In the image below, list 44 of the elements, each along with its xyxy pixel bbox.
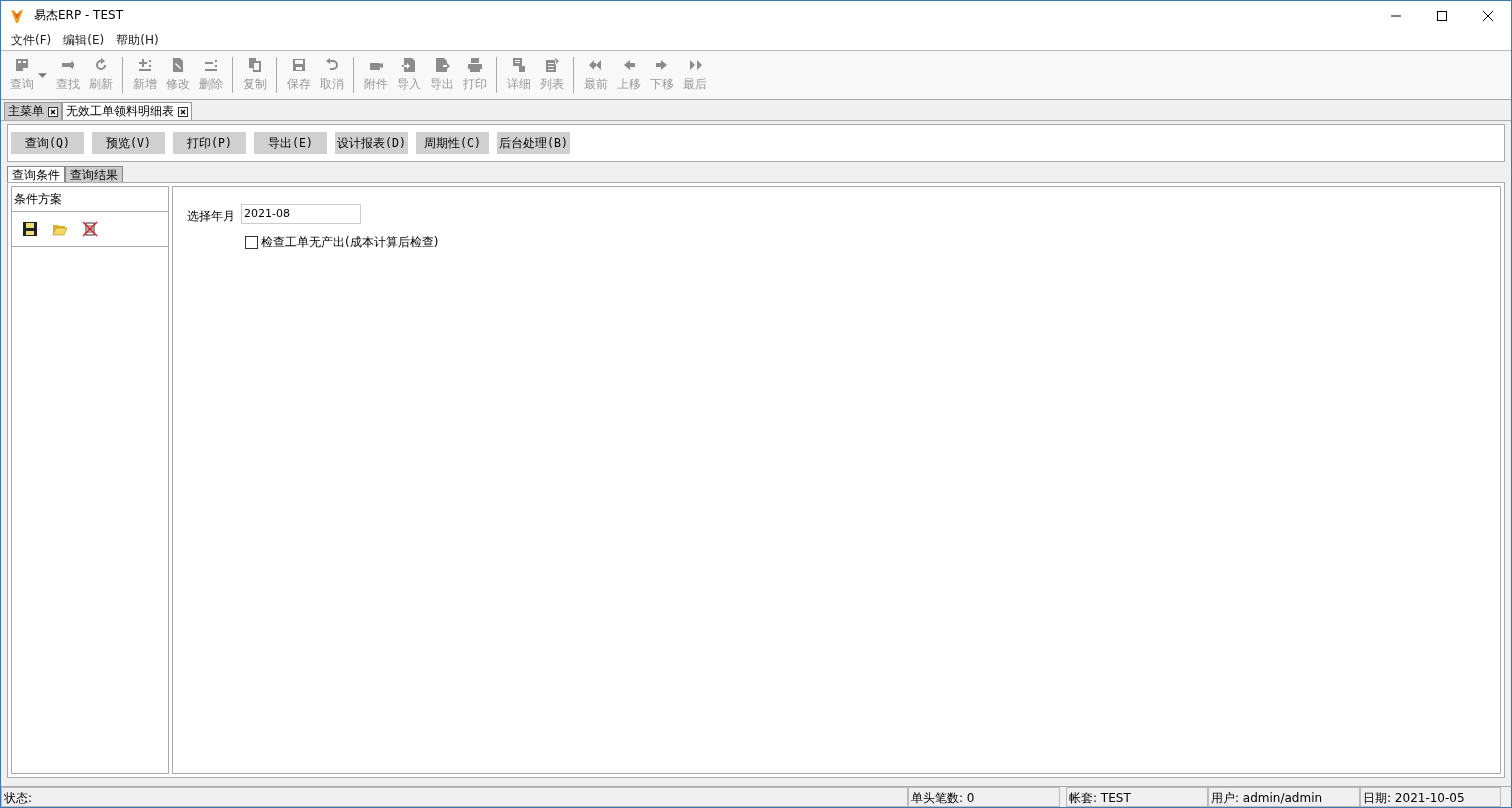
plus-rows-icon <box>136 57 153 73</box>
menu-item[interactable]: 文件(F) <box>5 31 58 49</box>
menu-item[interactable]: 帮助(H) <box>110 31 165 49</box>
panel-title: 条件方案 <box>12 187 168 212</box>
checkbox[interactable] <box>245 236 258 249</box>
month-field[interactable]: 2021-08 <box>241 203 361 224</box>
document-tab[interactable]: 无效工单领料明细表 <box>62 102 192 120</box>
action-button[interactable]: 设计报表(D) <box>335 132 408 154</box>
checkbox-label: 检查工单无产出(成本计算后检查) <box>261 234 439 251</box>
action-button[interactable]: 预览(V) <box>92 132 165 154</box>
close-icon <box>1483 10 1493 21</box>
action-button[interactable]: 周期性(C) <box>416 132 489 154</box>
list-icon <box>543 57 560 73</box>
detail-icon <box>510 57 527 73</box>
close-icon[interactable] <box>48 106 58 117</box>
query-tab[interactable]: 查询结果 <box>65 166 123 182</box>
save-icon[interactable] <box>22 221 38 237</box>
action-button[interactable]: 打印(P) <box>173 132 246 154</box>
document-tab[interactable]: 主菜单 <box>4 102 62 120</box>
action-button[interactable]: 导出(E) <box>254 132 327 154</box>
status-field: 单头笔数: 0 <box>908 787 1060 807</box>
import-icon <box>400 57 417 73</box>
save-icon <box>290 57 307 73</box>
menu-item[interactable]: 编辑(E) <box>57 31 111 49</box>
minus-rows-icon <box>202 57 219 73</box>
status-field: 状态: <box>1 787 908 807</box>
close-icon[interactable] <box>178 106 188 117</box>
action-button[interactable]: 查询(Q) <box>11 132 84 154</box>
query-tab[interactable]: 查询条件 <box>7 166 65 182</box>
printer-icon <box>466 57 483 73</box>
action-button[interactable]: 后台处理(B) <box>497 132 570 154</box>
field-label: 选择年月 <box>187 208 235 225</box>
table-icon <box>13 57 30 73</box>
export-icon <box>433 57 450 73</box>
copy-icon <box>246 57 263 73</box>
status-field: 日期: 2021-10-05 <box>1360 787 1501 807</box>
tab-label[interactable]: 主菜单 <box>8 103 44 120</box>
status-field: 帐套: TEST <box>1066 787 1208 807</box>
status-field: 用户: admin/admin <box>1208 787 1360 807</box>
delete-document-icon[interactable] <box>82 221 98 237</box>
window-title: 易杰ERP - TEST <box>34 7 123 24</box>
tab-label[interactable]: 无效工单领料明细表 <box>66 103 174 120</box>
maximize-icon <box>1437 10 1447 21</box>
app-logo-icon <box>9 7 25 24</box>
